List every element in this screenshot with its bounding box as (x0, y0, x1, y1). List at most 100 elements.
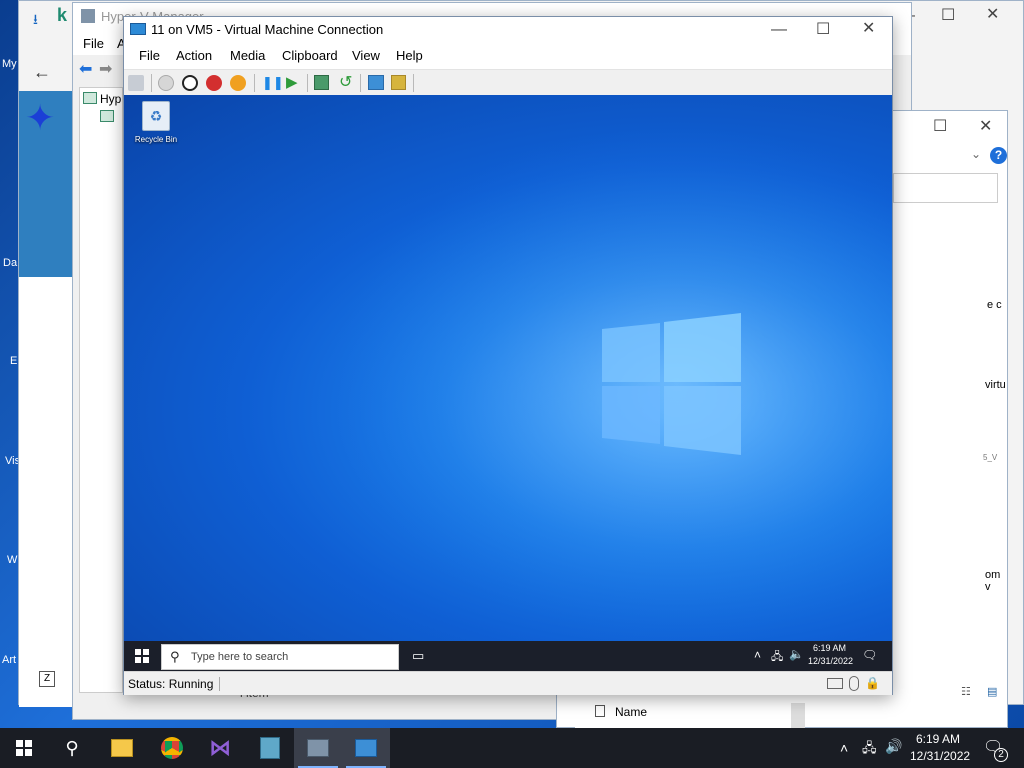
dialog-input[interactable] (893, 173, 998, 203)
ctrl-alt-del-icon[interactable] (128, 75, 144, 91)
menu-file[interactable]: File (83, 36, 104, 51)
desktop-label[interactable]: My (2, 58, 17, 70)
table-header-icon (595, 705, 605, 717)
server-manager-icon (260, 737, 280, 759)
vm-statusbar: Status: Running 🔒 (124, 671, 892, 695)
bg-nav-bar: ← (19, 59, 74, 91)
search-icon: ⚲ (65, 737, 79, 758)
network-icon[interactable]: 🖧 (771, 648, 783, 667)
start-icon[interactable] (158, 75, 174, 91)
maximize-button[interactable]: ☐ (816, 22, 830, 38)
file-explorer-icon (111, 739, 133, 757)
search-button[interactable]: ⚲ (48, 728, 96, 768)
recycle-bin[interactable]: ♻ Recycle Bin (128, 101, 184, 153)
menu-file[interactable]: File (139, 48, 160, 63)
props-scrollbar[interactable] (791, 703, 805, 728)
chevron-up-icon[interactable]: ˄ (754, 648, 761, 662)
vm-toolbar: ❚❚ ▶ ↺ (124, 69, 892, 95)
close-button[interactable]: ✕ (862, 21, 875, 37)
start-button[interactable] (135, 649, 149, 663)
menu-view[interactable]: View (352, 48, 380, 63)
volume-icon[interactable]: 🔈 (789, 647, 804, 661)
close-button[interactable]: ✕ (979, 119, 992, 135)
bg-left-lower (19, 277, 74, 707)
forward-icon[interactable]: ➡ (99, 59, 112, 79)
tree-item-hyperv[interactable]: Hyp (100, 92, 121, 106)
vm-titlebar: 11 on VM5 - Virtual Machine Connection —… (124, 17, 892, 44)
guest-clock-date[interactable]: 12/31/2022 (808, 656, 853, 666)
chevron-down-icon[interactable]: ⌄ (971, 147, 981, 161)
toolbar-separator (413, 74, 414, 92)
menu-media[interactable]: Media (230, 48, 265, 63)
menu-clipboard[interactable]: Clipboard (282, 48, 338, 63)
windows-logo (124, 95, 892, 671)
back-arrow-icon[interactable]: ← (33, 62, 51, 83)
notification-icon[interactable]: 🗨 (862, 648, 877, 662)
taskbar-server-manager[interactable] (246, 728, 294, 768)
details-view-icon[interactable]: ▤ (987, 685, 997, 698)
right-panel-text: 5_V (983, 453, 998, 462)
revert-icon[interactable]: ↺ (339, 72, 352, 92)
menu-action[interactable]: Action (176, 48, 212, 63)
desktop-label[interactable]: W (7, 554, 17, 566)
table-header-name[interactable]: Name (615, 705, 647, 719)
desktop-label[interactable]: E (10, 355, 17, 367)
recycle-bin-icon: ♻ (142, 101, 170, 131)
download-icon[interactable]: ⭳ (33, 9, 38, 33)
vm-monitor-icon (130, 23, 146, 35)
close-button[interactable]: ✕ (986, 7, 999, 23)
lock-icon: 🔒 (865, 676, 880, 690)
enhanced-session-icon[interactable] (368, 75, 384, 90)
guest-search-placeholder: Type here to search (191, 651, 289, 663)
save-icon[interactable] (230, 75, 246, 91)
guest-search-box[interactable]: ⚲ Type here to search (161, 644, 399, 670)
app-logo-icon: k (57, 5, 68, 25)
server-tree-icon (83, 92, 97, 104)
mascot-icon: ✦ (25, 97, 56, 138)
taskbar-file-explorer[interactable] (98, 728, 146, 768)
search-icon: ⚲ (170, 649, 180, 664)
mouse-icon (849, 676, 859, 691)
menu-help[interactable]: Help (396, 48, 423, 63)
host-clock-date[interactable]: 12/31/2022 (910, 749, 970, 763)
notification-count-badge: 2 (994, 748, 1008, 762)
desktop-label[interactable]: Art (2, 654, 16, 666)
toolbar-separator (360, 74, 361, 92)
start-button[interactable] (16, 740, 32, 756)
volume-icon[interactable]: 🔊 (885, 738, 902, 755)
maximize-button[interactable]: ☐ (933, 119, 947, 135)
help-icon[interactable]: ? (990, 147, 1007, 164)
network-icon[interactable]: 🖧 (862, 739, 877, 761)
taskbar-vm-connection[interactable] (342, 728, 390, 768)
hyperv-manager-icon (307, 739, 329, 757)
chevron-up-icon[interactable]: ˄ (840, 740, 848, 756)
chrome-icon (161, 737, 183, 759)
pause-icon[interactable]: ❚❚ (262, 75, 284, 91)
desktop-label[interactable]: Da (3, 257, 17, 269)
resume-icon[interactable]: ▶ (286, 73, 298, 91)
minimize-button[interactable]: — (771, 22, 787, 38)
host-taskbar: ⚲ ⋈ ˄ 🖧 🔊 6:19 AM 12/31/2022 🗨 2 (0, 728, 1024, 768)
vm-tree-icon (100, 110, 114, 122)
back-icon[interactable]: ⬅ (79, 59, 92, 79)
turn-off-icon[interactable] (182, 75, 198, 91)
toolbar-separator (151, 74, 152, 92)
bg-left-pane: ✦ (19, 91, 74, 277)
host-clock-time[interactable]: 6:19 AM (916, 732, 960, 746)
guest-clock-time[interactable]: 6:19 AM (813, 643, 846, 653)
guest-desktop[interactable]: ♻ Recycle Bin ⚲ Type here to search ▭ ˄ … (124, 95, 892, 671)
taskbar-visual-studio[interactable]: ⋈ (196, 728, 244, 768)
vm-connection-window[interactable]: 11 on VM5 - Virtual Machine Connection —… (123, 16, 893, 695)
props-table: Name (575, 703, 805, 728)
taskbar-hyperv-manager[interactable] (294, 728, 342, 768)
list-view-icon[interactable]: ☷ (961, 685, 971, 698)
taskbar-chrome[interactable] (148, 728, 196, 768)
maximize-button[interactable]: ☐ (941, 8, 955, 24)
guest-taskbar: ⚲ Type here to search ▭ ˄ 🖧 🔈 6:19 AM 12… (124, 641, 892, 671)
shutdown-icon[interactable] (206, 75, 222, 91)
task-view-icon[interactable]: ▭ (412, 648, 424, 664)
share-icon[interactable] (391, 75, 406, 90)
vm-window-title: 11 on VM5 - Virtual Machine Connection (151, 22, 384, 37)
checkpoint-icon[interactable] (314, 75, 329, 90)
z-app-icon[interactable]: Z (39, 671, 55, 687)
